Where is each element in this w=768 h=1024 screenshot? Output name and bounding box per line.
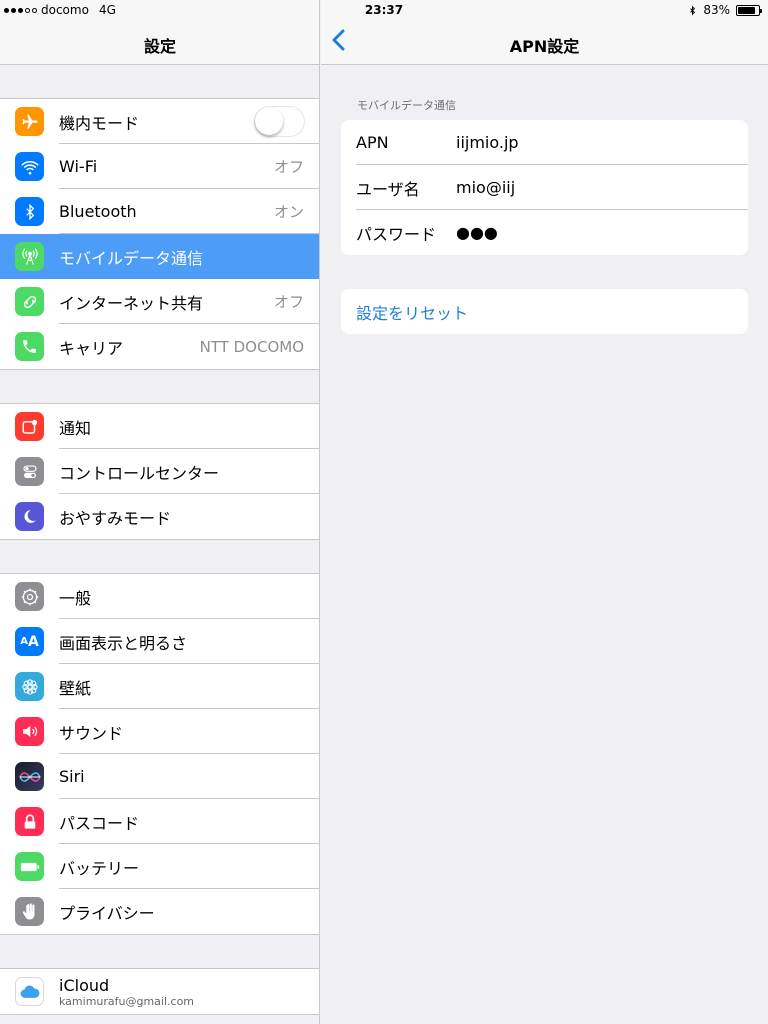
section-header: モバイルデータ通信: [357, 99, 456, 112]
sidebar-item-label: プライバシー: [59, 903, 155, 923]
sidebar-item-wallpaper[interactable]: 壁紙: [0, 664, 319, 709]
settings-group-notifications: 通知 コントロールセンター おやすみモード: [0, 403, 319, 540]
page-title: APN設定: [509, 37, 580, 56]
sidebar-item-label: iCloud: [59, 975, 110, 995]
settings-sidebar: 設定 機内モード Wi-Fi オフ Bluetooth オン モバイルデータ通信…: [0, 0, 320, 1024]
sidebar-item-sounds[interactable]: サウンド: [0, 709, 319, 754]
reset-card: 設定をリセット: [341, 289, 748, 334]
carrier-name: NTT DOCOMO: [199, 337, 304, 356]
siri-icon: [15, 762, 44, 791]
sidebar-item-label: Bluetooth: [59, 202, 137, 221]
sidebar-item-display-brightness[interactable]: AA 画面表示と明るさ: [0, 619, 319, 664]
display-icon: AA: [15, 627, 44, 656]
sidebar-item-label: パスコード: [59, 813, 140, 833]
username-label: ユーザ名: [356, 179, 420, 199]
sidebar-item-label: 壁紙: [59, 678, 92, 698]
bluetooth-status-icon: [690, 5, 696, 15]
sound-icon: [15, 717, 44, 746]
sidebar-item-battery[interactable]: バッテリー: [0, 844, 319, 889]
settings-group-general: 一般 AA 画面表示と明るさ 壁紙 サウンド Siri パスコード バッテリー …: [0, 573, 319, 935]
notifications-icon: [15, 412, 44, 441]
hotspot-icon: [15, 287, 44, 316]
status-bar: docomo 4G 23:37 83%: [0, 0, 768, 22]
sidebar-item-label: キャリア: [59, 338, 124, 358]
settings-group-connectivity: 機内モード Wi-Fi オフ Bluetooth オン モバイルデータ通信 イン…: [0, 98, 319, 370]
apn-settings-panel: APN設定 モバイルデータ通信 APN iijmio.jp ユーザ名 mio@i…: [321, 0, 768, 1024]
password-row[interactable]: パスワード ●●●: [341, 210, 748, 255]
apn-field[interactable]: iijmio.jp: [456, 133, 748, 152]
sidebar-item-label: おやすみモード: [59, 508, 172, 528]
sidebar-item-cellular-data[interactable]: モバイルデータ通信: [0, 234, 319, 279]
sidebar-item-control-center[interactable]: コントロールセンター: [0, 449, 319, 494]
username-field[interactable]: mio@iij: [456, 178, 748, 197]
sidebar-item-icloud[interactable]: iCloud kamimurafu@gmail.com: [0, 969, 319, 1014]
airplane-mode-toggle[interactable]: [254, 106, 305, 137]
sidebar-item-privacy[interactable]: プライバシー: [0, 889, 319, 934]
sidebar-item-label: サウンド: [59, 723, 124, 743]
battery-status-icon: [736, 4, 762, 16]
airplane-icon: [15, 107, 44, 136]
clock: 23:37: [364, 3, 404, 17]
sidebar-item-airplane-mode[interactable]: 機内モード: [0, 99, 319, 144]
sidebar-item-passcode[interactable]: パスコード: [0, 799, 319, 844]
sidebar-item-label: 画面表示と明るさ: [59, 633, 188, 653]
sidebar-item-label: バッテリー: [59, 858, 140, 878]
sidebar-item-label: 通知: [59, 418, 92, 438]
bluetooth-icon: [15, 197, 44, 226]
sidebar-title: 設定: [143, 37, 176, 56]
sidebar-item-label: 一般: [59, 588, 92, 608]
sidebar-item-personal-hotspot[interactable]: インターネット共有 オフ: [0, 279, 319, 324]
sidebar-item-bluetooth[interactable]: Bluetooth オン: [0, 189, 319, 234]
battery-percentage: 83%: [703, 3, 730, 17]
cellular-icon: [15, 242, 44, 271]
icloud-icon: [15, 977, 44, 1006]
sidebar-item-siri[interactable]: Siri: [0, 754, 319, 799]
sidebar-item-label: インターネット共有: [59, 293, 204, 313]
sidebar-item-general[interactable]: 一般: [0, 574, 319, 619]
password-field[interactable]: ●●●: [456, 223, 748, 242]
sidebar-item-notifications[interactable]: 通知: [0, 404, 319, 449]
apn-row[interactable]: APN iijmio.jp: [341, 120, 748, 165]
sidebar-item-label: Wi-Fi: [59, 157, 98, 176]
sidebar-item-wifi[interactable]: Wi-Fi オフ: [0, 144, 319, 189]
wallpaper-icon: [15, 672, 44, 701]
reset-settings-label: 設定をリセット: [356, 303, 469, 323]
bluetooth-status: オン: [273, 203, 304, 221]
sidebar-item-label: 機内モード: [59, 113, 140, 133]
control-center-icon: [15, 457, 44, 486]
sidebar-item-label: Siri: [59, 767, 85, 786]
settings-group-accounts: iCloud kamimurafu@gmail.com: [0, 968, 319, 1015]
hand-icon: [15, 897, 44, 926]
sidebar-item-do-not-disturb[interactable]: おやすみモード: [0, 494, 319, 539]
moon-icon: [15, 502, 44, 531]
lock-icon: [15, 807, 44, 836]
apn-label: APN: [356, 133, 389, 152]
apn-fields-card: APN iijmio.jp ユーザ名 mio@iij パスワード ●●●: [341, 120, 748, 255]
wifi-icon: [15, 152, 44, 181]
sidebar-item-label: モバイルデータ通信: [59, 248, 204, 268]
password-label: パスワード: [356, 224, 437, 244]
username-row[interactable]: ユーザ名 mio@iij: [341, 165, 748, 210]
wifi-status: オフ: [273, 158, 304, 176]
icloud-account-email: kamimurafu@gmail.com: [59, 994, 195, 1008]
hotspot-status: オフ: [273, 293, 304, 311]
phone-icon: [15, 332, 44, 361]
sidebar-item-carrier[interactable]: キャリア NTT DOCOMO: [0, 324, 319, 369]
sidebar-item-label: コントロールセンター: [59, 463, 220, 483]
battery-icon: [15, 852, 44, 881]
reset-settings-button[interactable]: 設定をリセット: [341, 289, 748, 334]
gear-icon: [15, 582, 44, 611]
